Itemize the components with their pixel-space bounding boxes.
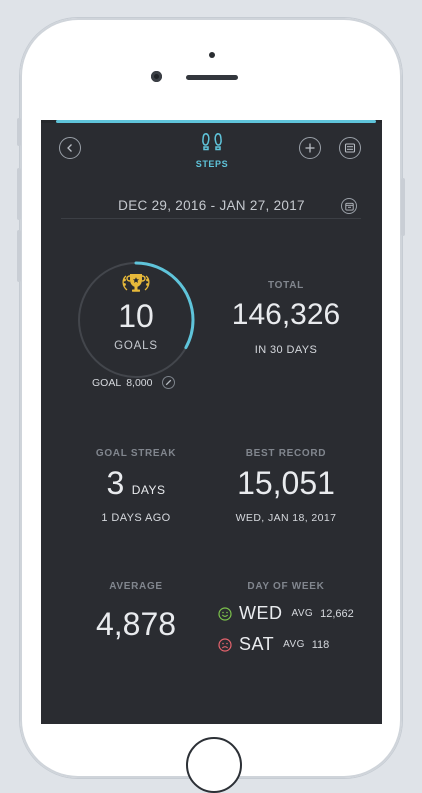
best-day-name: WED	[239, 603, 283, 623]
worst-day-avg-label: AVG	[283, 639, 305, 650]
best-day-avg-label: AVG	[291, 608, 314, 619]
earpiece-speaker	[186, 75, 238, 80]
worst-day-name: SAT	[239, 634, 275, 654]
date-range-label[interactable]: DEC 29, 2016 - JAN 27, 2017	[41, 198, 382, 213]
date-divider	[61, 218, 361, 219]
best-record-sub: WED, JAN 18, 2017	[235, 512, 337, 524]
goal-streak-value-row: 3 DAYS	[71, 465, 201, 502]
add-button[interactable]	[299, 137, 321, 159]
day-of-week-title: DAY OF WEEK	[247, 581, 325, 592]
front-camera	[151, 71, 162, 82]
steps-tab[interactable]: STEPS	[181, 132, 243, 169]
mute-switch	[17, 118, 21, 146]
trophy-icon	[122, 274, 150, 292]
edit-goal-button[interactable]	[162, 376, 176, 389]
total-sub: IN 30 DAYS	[254, 344, 318, 356]
goal-value: 8,000	[126, 376, 153, 389]
smile-face-icon	[218, 606, 232, 621]
home-button[interactable]	[186, 737, 242, 793]
total-value: 146,326	[231, 298, 341, 331]
top-progress-fill	[56, 120, 376, 123]
sad-face-icon	[218, 637, 232, 652]
pencil-icon	[166, 379, 172, 386]
plus-icon	[305, 143, 315, 153]
goal-streak-unit: DAYS	[131, 483, 166, 497]
front-sensor	[209, 52, 215, 58]
goal-streak-title: GOAL STREAK	[95, 448, 177, 459]
power-button	[401, 178, 405, 236]
worst-day-row: SAT AVG 118	[218, 634, 329, 655]
best-day-avg-value: 12,662	[320, 607, 354, 620]
volume-down-button	[17, 230, 21, 282]
footsteps-icon	[202, 133, 222, 151]
goal-streak-value: 3	[106, 465, 125, 501]
average-value: 4,878	[95, 606, 177, 642]
list-button[interactable]	[339, 137, 361, 159]
total-title: TOTAL	[268, 280, 304, 291]
calendar-button[interactable]	[341, 198, 357, 214]
steps-title: STEPS	[195, 159, 229, 169]
goal-setting-row: GOAL 8,000	[92, 376, 176, 389]
best-record-title: BEST RECORD	[245, 448, 327, 459]
average-title: AVERAGE	[109, 581, 163, 592]
goal-streak-sub: 1 DAYS AGO	[101, 512, 171, 524]
worst-day-avg-value: 118	[311, 638, 330, 651]
back-button[interactable]	[59, 137, 81, 159]
goals-label: GOALS	[114, 340, 158, 352]
top-progress-strip	[41, 120, 382, 123]
app-screen: STEPS DEC 29, 2016 - JAN 27, 2017 10 GOA…	[41, 120, 382, 724]
goal-label: GOAL	[92, 376, 122, 389]
volume-up-button	[17, 168, 21, 220]
best-record-value: 15,051	[237, 465, 335, 501]
goals-count: 10	[118, 298, 154, 334]
chevron-left-icon	[67, 144, 72, 152]
calendar-icon	[344, 202, 354, 211]
list-icon	[344, 143, 356, 153]
best-day-row: WED AVG 12,662	[218, 603, 354, 624]
